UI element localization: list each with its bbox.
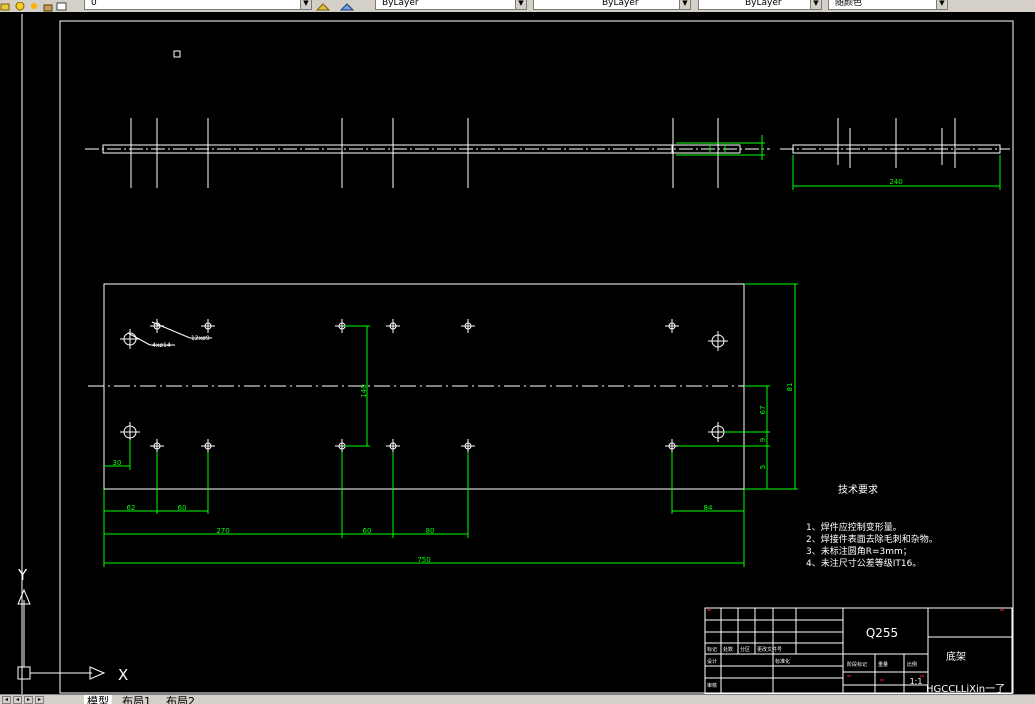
large-hole-callout: 4xø14 [152,342,171,349]
top-view-dims [676,135,765,160]
tb-label-count: 处数 [723,646,733,653]
ucs-icon [17,588,106,680]
scale-text: 1:1 [910,677,923,686]
tech-requirements: 技术要求 1、焊件应控制变形量。 2、焊接件表面去除毛刺和杂物。 3、未标注圆角… [806,483,938,569]
material-text: Q255 [866,626,898,640]
dim-60a: 60 [178,504,187,512]
chevron-down-icon: ▼ [300,0,311,9]
side-view [780,118,1010,168]
tb-label-stage: 阶段标记 [847,661,867,668]
linetype-dropdown[interactable]: ByLayer ▼ [533,0,691,10]
drawing-svg: 240 4xø14 12xø9 140 81 67 9 5 30 62 60 2… [17,14,1014,695]
tech-item-2: 2、焊接件表面去除毛刺和杂物。 [806,533,938,545]
chevron-down-icon: ▼ [810,0,821,9]
dim-750: 750 [417,556,430,564]
dim-62: 62 [127,504,136,512]
front-view [88,283,760,490]
tb-label-zone: 分区 [740,646,750,653]
layer-dropdown[interactable]: 0 ▼ [84,0,312,10]
dim-60b: 60 [363,527,372,535]
dim-80: 80 [426,527,435,535]
tb-label-weight: 重量 [878,661,888,668]
dim-140: 140 [360,384,368,397]
tb-label-standard: 标准化 [775,658,790,665]
layer-previous-icon[interactable] [339,0,355,11]
tb-label-review: 审核 [707,682,717,689]
dim-84: 84 [704,504,713,512]
layer-dropdown-value: 0 [91,0,97,8]
layer-plot-icon[interactable] [56,0,68,11]
lineweight-dropdown[interactable]: ByLayer ▼ [698,0,822,10]
layer-sun-icon[interactable] [28,0,40,9]
side-width-dim: 240 [889,178,902,186]
plotstyle-dropdown[interactable]: 随颜色 ▼ [828,0,948,10]
drawing-canvas[interactable]: 240 4xø14 12xø9 140 81 67 9 5 30 62 60 2… [0,12,1035,695]
ucs-x-label: X [118,666,128,684]
pick-box [173,50,181,58]
dim-9: 9 [759,438,767,442]
part-name-text: 底架 [946,650,966,663]
plotstyle-dropdown-value: 随颜色 [835,0,863,8]
tb-label-change-doc: 更改文件号 [757,646,782,653]
layer-light-icon[interactable] [14,0,26,11]
dim-5: 5 [759,465,767,469]
color-dropdown[interactable]: ByLayer ▼ [375,0,527,10]
dim-30: 30 [113,459,122,467]
dim-270: 270 [216,527,229,535]
dim-81: 81 [786,383,794,392]
chevron-down-icon: ▼ [679,0,690,9]
tb-label-mark: 标记 [707,646,717,653]
tech-item-4: 4、未注尺寸公差等级IT16。 [806,557,921,569]
layer-lock-icon[interactable] [42,0,54,12]
tb-label-scale: 比例 [907,661,917,668]
make-current-layer-icon[interactable] [315,0,331,11]
linetype-dropdown-value: ByLayer [602,0,639,8]
lineweight-dropdown-value: ByLayer [745,0,782,8]
front-dim-labels: 140 81 67 9 5 30 62 60 270 60 80 84 750 [113,383,794,564]
tb-label-design: 设计 [707,658,717,665]
title-block [704,607,1013,695]
top-view [85,118,770,188]
color-dropdown-value: ByLayer [382,0,419,8]
tech-title: 技术要求 [838,483,878,496]
layer-state-icon[interactable] [0,0,12,11]
tech-item-1: 1、焊件应控制变形量。 [806,521,902,533]
chevron-down-icon: ▼ [515,0,526,9]
small-hole-callout: 12xø9 [191,335,210,342]
watermark-text: HGCCLLiXin一了 [926,683,1005,694]
tech-item-3: 3、未标注圆角R=3mm； [806,545,912,557]
dim-67: 67 [759,406,767,415]
ucs-y-label: Y [17,566,28,584]
drawing-border [59,20,1014,694]
title-block-labels: 标记 设计 审核 处数 分区 更改文件号 标准化 阶段标记 重量 比例 [707,646,917,689]
chevron-down-icon: ▼ [936,0,947,9]
